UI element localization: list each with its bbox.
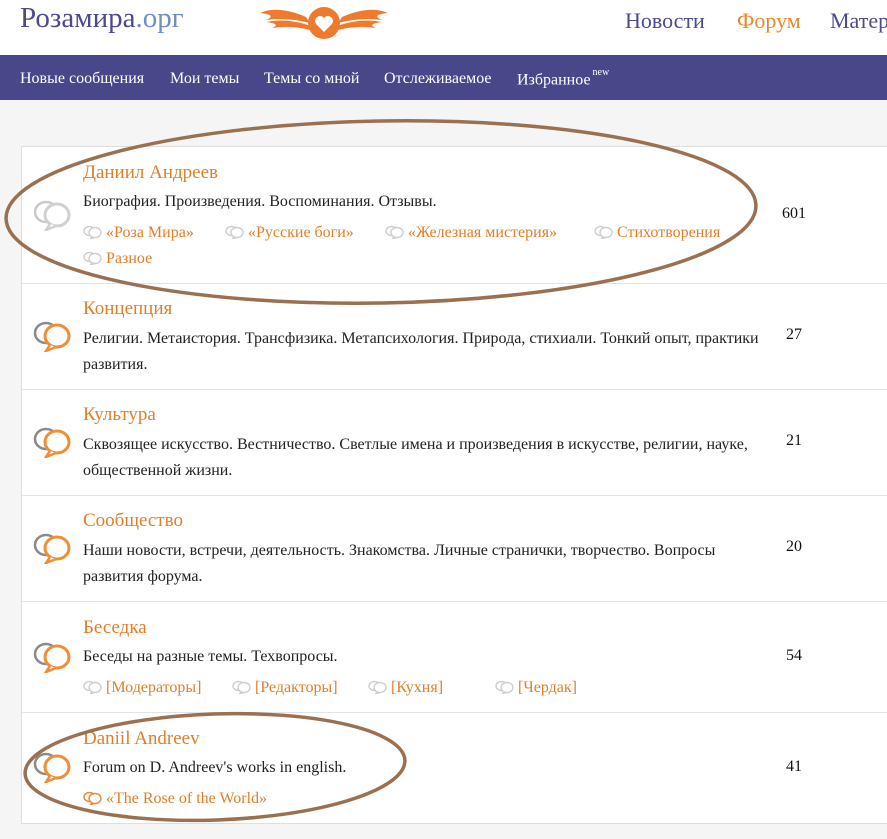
small-speech-bubbles-icon (83, 225, 102, 240)
speech-bubbles-grey-icon (33, 200, 71, 231)
topic-count: 601 (782, 205, 806, 222)
forum-subnav: Новые сообщения Мои темы Темы со мной От… (0, 55, 887, 100)
new-badge: new (592, 67, 610, 78)
small-speech-bubbles-icon (368, 680, 387, 695)
subforum-label[interactable]: [Модераторы] (106, 679, 201, 696)
subforum-label[interactable]: «Роза Мира» (106, 224, 194, 241)
forum-title[interactable]: Сообщество (83, 510, 183, 532)
subnav-watched[interactable]: Отслеживаемое (384, 70, 492, 88)
subforum-label[interactable]: Разное (106, 250, 152, 267)
forum-title[interactable]: Концепция (83, 298, 172, 320)
subnav-topics-with-me[interactable]: Темы со мной (264, 70, 360, 88)
topic-count: 20 (786, 538, 802, 555)
subforum-link[interactable]: «The Rose of the World» (83, 790, 267, 808)
forum-description: Наши новости, встречи, деятельность. Зна… (83, 542, 716, 585)
subforum-label[interactable]: «The Rose of the World» (106, 790, 267, 807)
forum-description: Сквозящее искусство. Вестничество. Светл… (83, 436, 748, 479)
subforum-label[interactable]: Стихотворения (617, 224, 720, 241)
winged-heart-icon[interactable] (256, 3, 392, 41)
forum-title[interactable]: Даниил Андреев (83, 162, 218, 184)
small-speech-bubbles-icon (232, 680, 251, 695)
forum-row: Беседка Беседы на разные темы. Техвопрос… (22, 602, 887, 713)
nav-forum[interactable]: Форум (737, 8, 801, 34)
forum-row: Даниил Андреев Биография. Произведения. … (22, 147, 887, 284)
forum-row: Сообщество Наши новости, встречи, деятел… (22, 496, 887, 602)
subforum-label[interactable]: «Железная мистерия» (408, 224, 557, 241)
forum-row: Культура Сквозящее искусство. Вестничест… (22, 390, 887, 496)
small-speech-bubbles-icon (385, 225, 404, 240)
small-speech-bubbles-icon (495, 680, 514, 695)
forum-description: Forum on D. Andreev's works in english. (83, 759, 347, 776)
small-speech-bubbles-icon (225, 225, 244, 240)
small-speech-bubbles-icon (594, 225, 613, 240)
forum-row: Daniil Andreev Forum on D. Andreev's wor… (22, 713, 887, 823)
subnav-favorites-label[interactable]: Избранное (517, 71, 591, 88)
subforum-link[interactable]: [Модераторы] (83, 679, 201, 697)
small-speech-bubbles-icon (83, 791, 102, 806)
subforum-link[interactable]: [Чердак] (495, 679, 577, 697)
nav-news[interactable]: Новости (625, 8, 705, 34)
speech-bubbles-icon (33, 642, 71, 673)
small-speech-bubbles-icon (83, 680, 102, 695)
subnav-favorites[interactable]: Избранное new (517, 67, 610, 89)
site-domain[interactable]: .орг (135, 2, 183, 34)
forum-title[interactable]: Культура (83, 404, 156, 426)
subforum-link[interactable]: «Русские боги» (225, 224, 354, 242)
forum-title[interactable]: Daniil Andreev (83, 728, 200, 750)
speech-bubbles-icon (33, 321, 71, 352)
topic-count: 41 (786, 758, 802, 775)
subnav-my-topics[interactable]: Мои темы (170, 70, 239, 88)
subforum-label[interactable]: [Чердак] (518, 679, 577, 696)
subforum-label[interactable]: [Кухня] (391, 679, 443, 696)
forum-description: Биография. Произведения. Воспоминания. О… (83, 193, 437, 210)
subforum-link[interactable]: [Редакторы] (232, 679, 338, 697)
site-name[interactable]: Розамира (20, 2, 135, 34)
speech-bubbles-icon (33, 752, 71, 783)
subforum-link[interactable]: Стихотворения (594, 224, 720, 242)
topic-count: 27 (786, 326, 802, 343)
forum-row: Концепция Религии. Метаистория. Трансфиз… (22, 284, 887, 390)
speech-bubbles-icon (33, 533, 71, 564)
topic-count: 54 (786, 647, 802, 664)
subforum-label[interactable]: «Русские боги» (248, 224, 354, 241)
forum-title[interactable]: Беседка (83, 617, 147, 639)
subforum-link[interactable]: «Роза Мира» (83, 224, 194, 242)
forum-list: Даниил Андреев Биография. Произведения. … (21, 146, 887, 824)
subnav-new-posts[interactable]: Новые сообщения (20, 70, 144, 88)
speech-bubbles-icon (33, 427, 71, 458)
topic-count: 21 (786, 432, 802, 449)
subforum-link[interactable]: Разное (83, 250, 152, 268)
forum-description: Беседы на разные темы. Техвопросы. (83, 648, 338, 665)
subforum-link[interactable]: «Железная мистерия» (385, 224, 557, 242)
subforum-label[interactable]: [Редакторы] (255, 679, 338, 696)
site-logo[interactable]: Розамира.орг (20, 2, 184, 35)
small-speech-bubbles-icon (83, 251, 102, 266)
forum-description: Религии. Метаистория. Трансфизика. Метап… (83, 330, 759, 373)
subforum-link[interactable]: [Кухня] (368, 679, 443, 697)
nav-materials[interactable]: Матер (830, 8, 887, 34)
site-header: Розамира.орг Новости Форум Матер (0, 0, 887, 55)
